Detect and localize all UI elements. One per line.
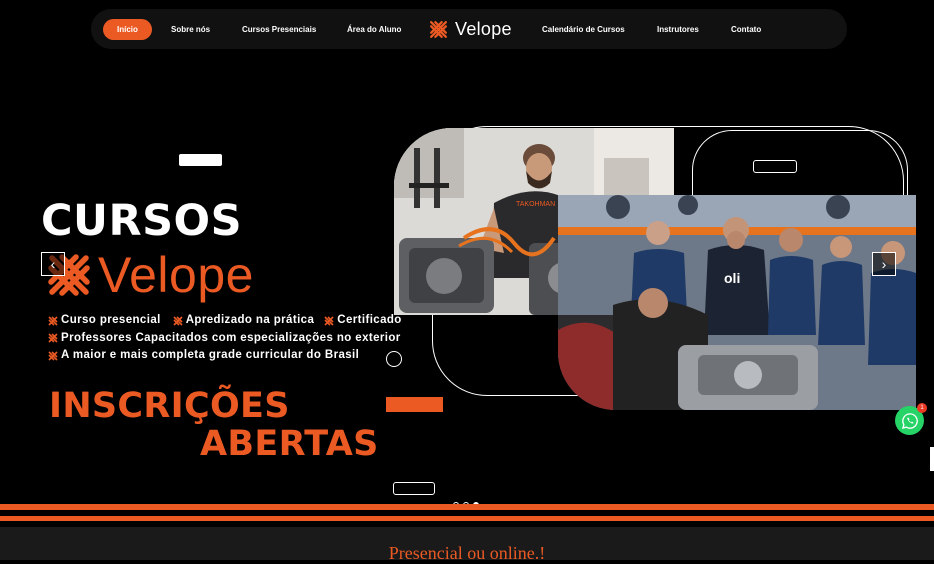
bullet-text: Certificado [337,314,402,326]
section-heading: Presencial ou online.! [388,543,546,563]
bullet-text: A maior e mais completa grade curricular… [61,349,360,361]
photo-students-group-image: oli [558,195,916,410]
bullet-text: Apredizado na prática [185,314,315,326]
nav-item-calendario-de-cursos[interactable]: Calendário de Cursos [542,9,625,49]
bullet-line: A maior e mais completa grade curricular… [46,347,402,365]
whatsapp-icon [901,412,918,429]
bullet-text: Professores Capacitados com especializaç… [61,331,401,344]
nav-item-instrutores[interactable]: Instrutores [657,9,699,49]
whatsapp-notification-badge: 1 [917,403,927,413]
photo-students-group: oli [558,195,916,410]
shirt-text: TAKOHMAN [516,201,555,208]
decorative-white-pill [179,154,222,166]
hero-brand-text: Velope [98,247,254,303]
carousel-next-button[interactable]: › [872,252,896,276]
bullet-text: Curso presencial [61,314,161,326]
hero-brand: Velope [44,246,254,304]
nav-item-inicio[interactable]: Início [103,19,152,40]
cta-inscricoes: INSCRIÇÕES [49,386,290,426]
bullet-line: Curso presencial Apredizado na prática C… [46,312,402,330]
top-navigation: Início Sobre nós Cursos Presenciais Área… [91,9,847,49]
decorative-outline-rect [393,482,435,495]
bullet-x-icon [173,316,183,326]
shirt-text: oli [724,270,740,286]
carousel-prev-button[interactable]: ‹ [41,252,65,276]
decorative-circle [386,351,402,367]
nav-item-contato[interactable]: Contato [731,9,761,49]
bullet-x-icon [48,351,58,361]
decorative-orange-bar [386,397,443,412]
scroll-indicator [930,447,934,471]
bullet-x-icon [48,333,58,343]
velope-x-logo-icon [429,20,448,38]
orange-stripe [0,504,934,510]
velope-logo[interactable]: Velope [428,9,512,49]
hero-title: CURSOS [41,196,243,246]
hero-bullets: Curso presencial Apredizado na prática C… [46,312,402,365]
bullet-x-icon [48,316,58,326]
bullet-x-icon [324,316,334,326]
nav-item-area-do-aluno[interactable]: Área do Aluno [347,9,401,49]
chevron-left-icon: ‹ [50,256,56,272]
nav-item-sobre-nos[interactable]: Sobre nós [171,9,210,49]
logo-text: Velope [455,18,512,39]
bullet-line: Professores Capacitados com especializaç… [46,330,402,348]
chevron-right-icon: › [881,256,887,272]
nav-item-cursos-presenciais[interactable]: Cursos Presenciais [242,9,316,49]
cta-abertas: ABERTAS [200,424,379,464]
orange-stripe [0,516,934,521]
